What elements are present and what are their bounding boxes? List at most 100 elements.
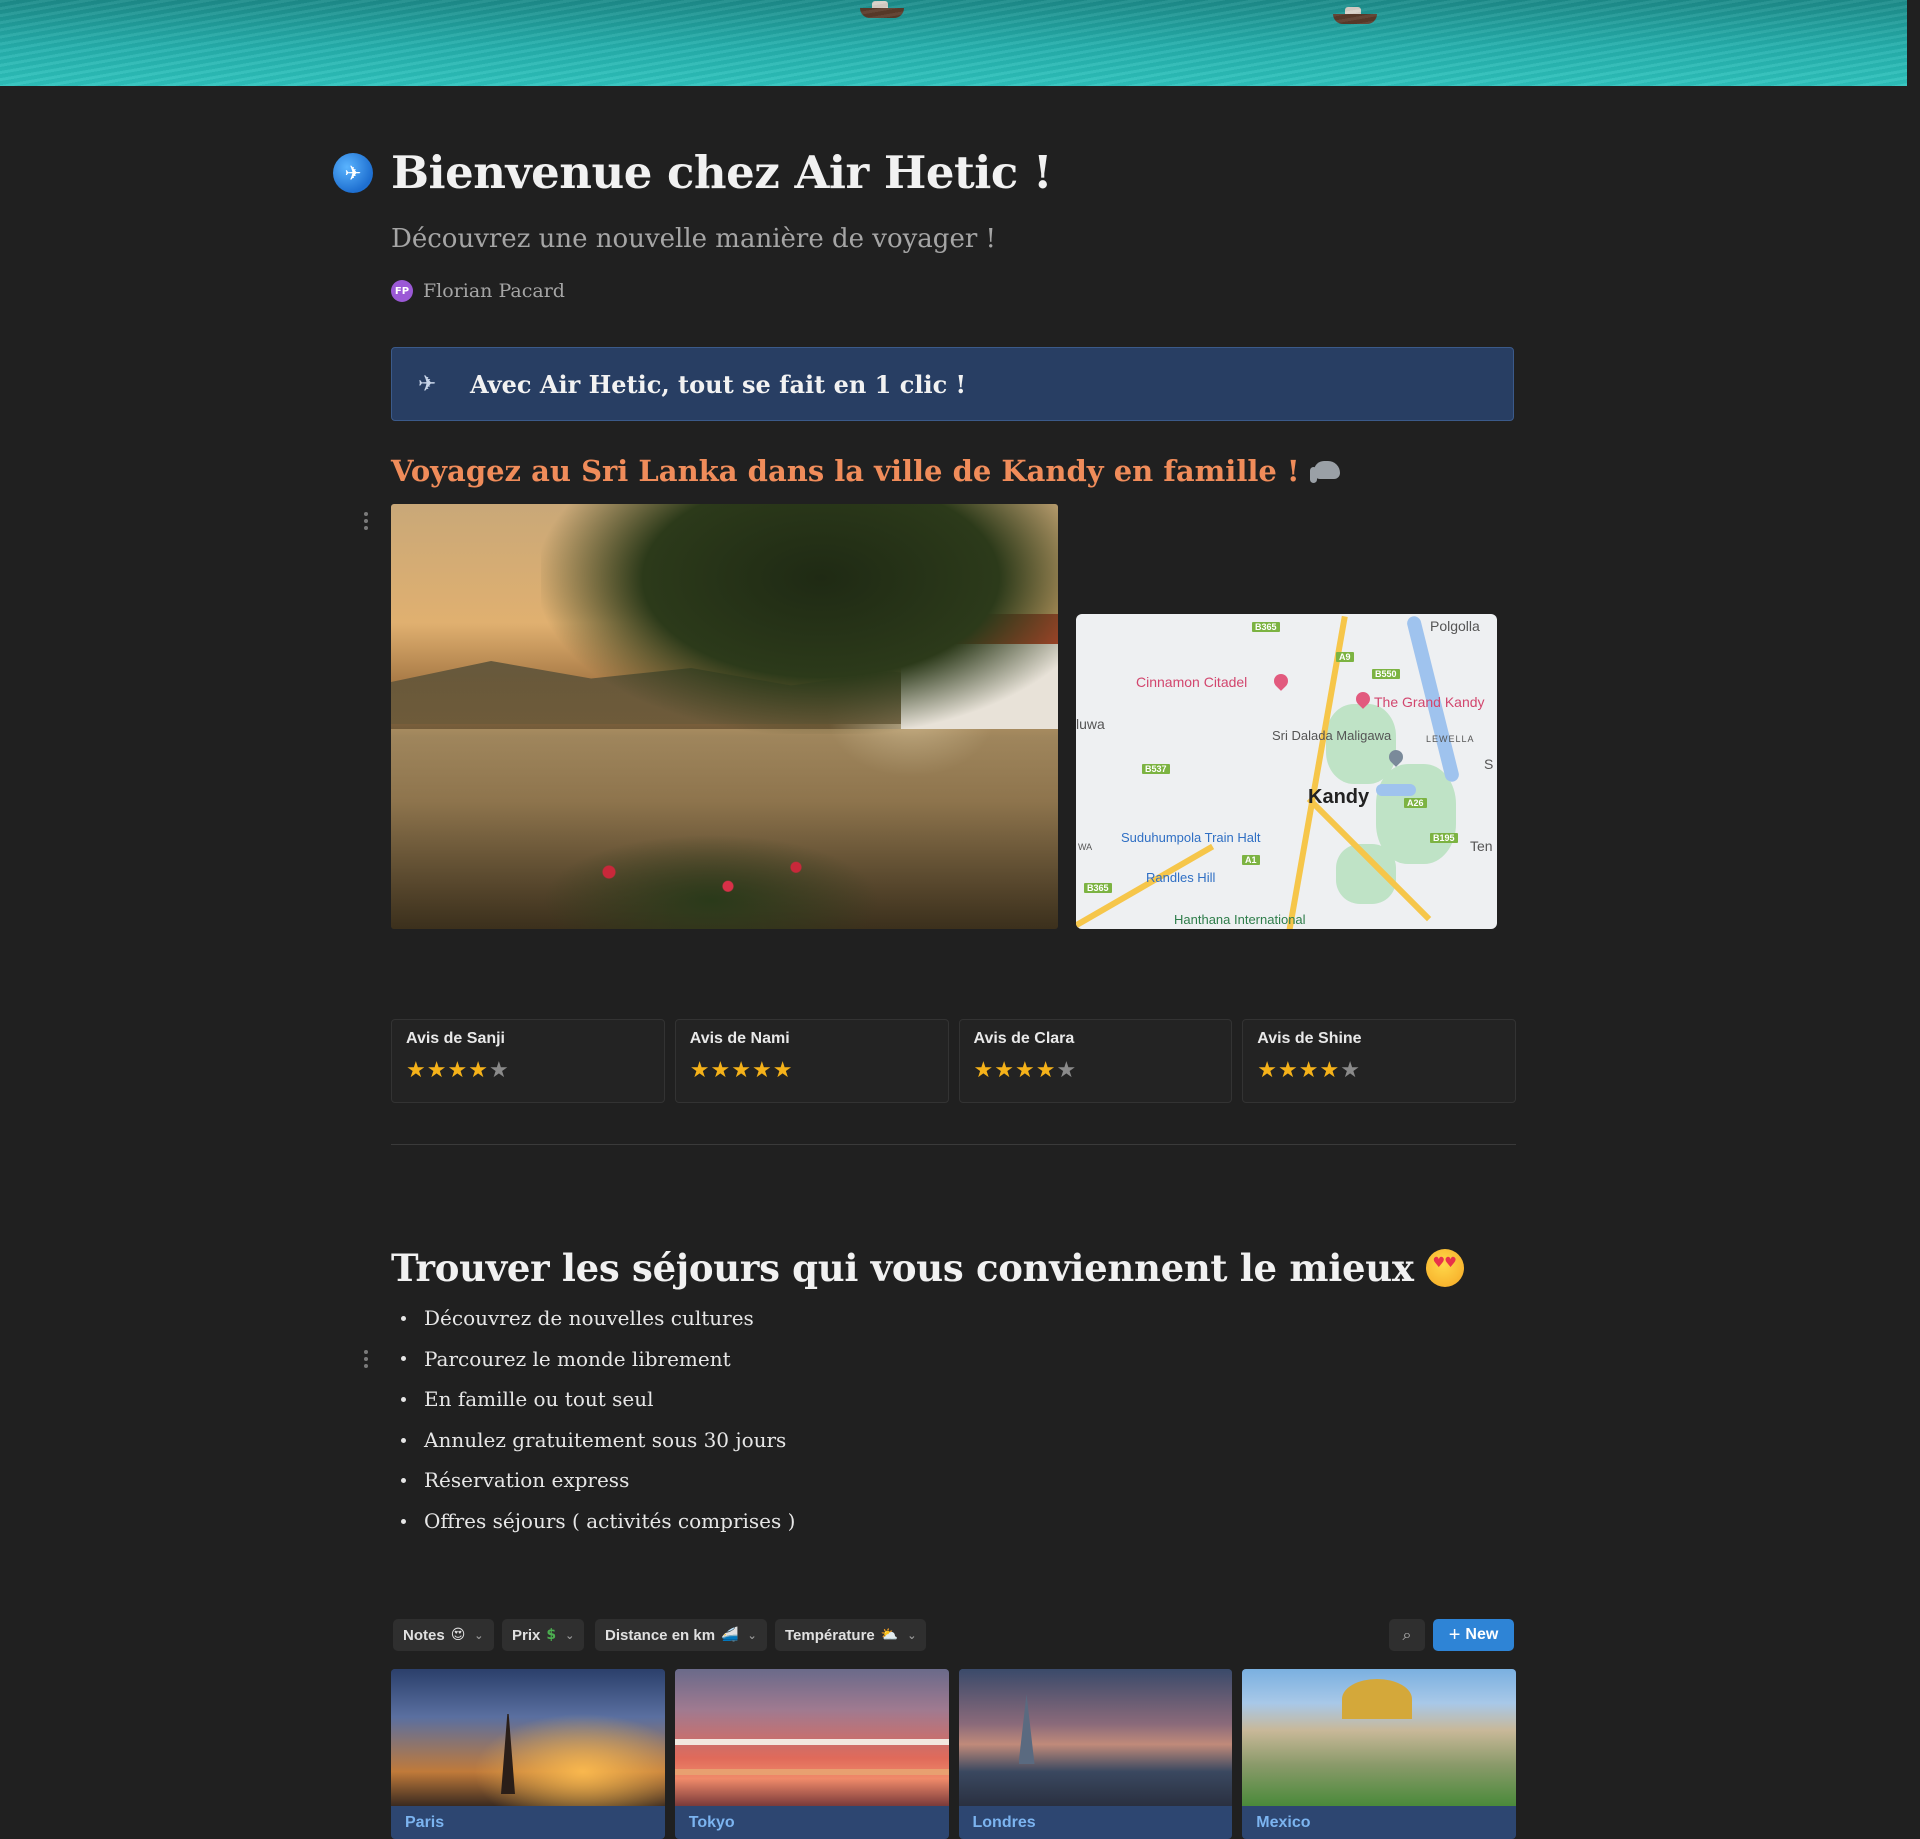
destination-card-tokyo[interactable]: Tokyo: [674, 1669, 949, 1839]
list-item: En famille ou tout seul: [401, 1379, 795, 1420]
map-label: Hanthana International: [1174, 912, 1306, 927]
review-card[interactable]: Avis de Shine ★★★★★: [1242, 1019, 1516, 1103]
filter-label: Température: [785, 1626, 875, 1644]
divider: [391, 1144, 1516, 1145]
star-filled-icon: ★: [447, 1058, 469, 1083]
plus-icon: +: [1448, 1623, 1461, 1646]
filter-label: Notes: [403, 1626, 445, 1644]
page-title[interactable]: Bienvenue chez Air Hetic !: [391, 146, 1053, 199]
block-drag-handle-icon[interactable]: [364, 1350, 370, 1371]
filter-emoji-icon: 🚄: [721, 1627, 739, 1643]
stays-bullet-list: Découvrez de nouvelles cultures Parcoure…: [401, 1298, 795, 1542]
map-label: Cinnamon Citadel: [1136, 674, 1248, 690]
kandy-map[interactable]: Polgolla B365 A9 B550 Cinnamon Citadel T…: [1076, 614, 1497, 929]
card-title: Tokyo: [688, 1814, 735, 1831]
star-filled-icon: ★: [731, 1058, 752, 1083]
list-item: Offres séjours ( activités comprises ): [401, 1501, 795, 1542]
star-rating: ★★★★★: [406, 1058, 650, 1083]
list-item: Annulez gratuitement sous 30 jours: [401, 1420, 795, 1461]
filter-distance[interactable]: Distance en km 🚄 ⌄: [595, 1619, 767, 1651]
destination-card-paris[interactable]: Paris: [391, 1669, 665, 1839]
review-card[interactable]: Avis de Sanji ★★★★★: [391, 1019, 665, 1103]
paris-photo: [391, 1669, 665, 1806]
airplane-departure-icon: ✈: [418, 371, 437, 397]
star-empty-icon: ★: [488, 1058, 510, 1083]
list-item-text: Réservation express: [424, 1468, 630, 1493]
bullet-icon: [401, 1437, 406, 1443]
star-filled-icon: ★: [1014, 1058, 1036, 1083]
kandy-heading: Voyagez au Sri Lanka dans la ville de Ka…: [391, 454, 1344, 488]
chevron-down-icon: ⌄: [474, 1628, 484, 1642]
map-city-label: Kandy: [1308, 786, 1370, 808]
map-label: Polgolla: [1430, 618, 1480, 634]
list-item-text: Offres séjours ( activités comprises ): [424, 1508, 796, 1533]
review-card[interactable]: Avis de Nami ★★★★★: [674, 1019, 949, 1103]
filter-emoji-icon: $: [546, 1627, 557, 1643]
map-label: Randles Hill: [1146, 870, 1216, 885]
star-rating: ★★★★★: [690, 1058, 934, 1083]
review-card[interactable]: Avis de Clara ★★★★★: [958, 1019, 1233, 1103]
bullet-icon: [401, 1356, 406, 1362]
map-label: The Grand Kandy: [1374, 694, 1485, 710]
star-filled-icon: ★: [1035, 1058, 1057, 1083]
bullet-icon: [401, 1315, 406, 1321]
callout-block: ✈ Avec Air Hetic, tout se fait en 1 clic…: [391, 347, 1514, 421]
filter-label: Distance en km: [605, 1626, 716, 1644]
block-drag-handle-icon[interactable]: [364, 512, 370, 533]
review-name: Avis de Sanji: [406, 1030, 505, 1047]
map-road-shield: B365: [1252, 622, 1280, 632]
card-title: Paris: [405, 1814, 445, 1831]
destination-card-mexico[interactable]: Mexico: [1242, 1669, 1516, 1839]
search-icon[interactable]: ⌕: [1389, 1619, 1425, 1651]
chevron-down-icon: ⌄: [747, 1628, 757, 1642]
map-label: Suduhumpola Train Halt: [1121, 830, 1261, 845]
hotel-pin-icon: [1271, 671, 1291, 691]
map-road-shield: A9: [1336, 652, 1354, 662]
star-filled-icon: ★: [751, 1058, 773, 1083]
star-filled-icon: ★: [1277, 1058, 1299, 1083]
database-toolbar: Notes 😍 ⌄ Prix $ ⌄ Distance en km 🚄 ⌄ Te…: [391, 1619, 1516, 1651]
list-item: Découvrez de nouvelles cultures: [401, 1298, 795, 1339]
new-button-label: New: [1465, 1626, 1499, 1643]
author-mention[interactable]: FP Florian Pacard: [391, 280, 565, 302]
filter-temperature[interactable]: Température ⛅ ⌄: [775, 1619, 927, 1651]
star-filled-icon: ★: [1319, 1058, 1341, 1083]
author-name: Florian Pacard: [423, 280, 565, 302]
page-header: ✈ Bienvenue chez Air Hetic !: [333, 146, 1053, 199]
map-label: Ten: [1470, 838, 1493, 854]
map-road-shield: B195: [1430, 833, 1458, 843]
new-button[interactable]: + New: [1433, 1619, 1514, 1651]
star-filled-icon: ★: [710, 1058, 732, 1083]
boat-shape: [1333, 7, 1377, 24]
star-filled-icon: ★: [689, 1058, 711, 1083]
list-item: Réservation express: [401, 1460, 795, 1501]
list-item-text: Découvrez de nouvelles cultures: [424, 1306, 754, 1330]
map-label: S: [1484, 756, 1494, 772]
callout-text: Avec Air Hetic, tout se fait en 1 clic !: [470, 369, 967, 399]
destination-card-londres[interactable]: Londres: [958, 1669, 1233, 1839]
bullet-icon: [401, 1518, 406, 1524]
star-filled-icon: ★: [994, 1058, 1015, 1083]
review-name: Avis de Shine: [1257, 1030, 1362, 1047]
star-empty-icon: ★: [1056, 1058, 1078, 1083]
star-filled-icon: ★: [1298, 1058, 1320, 1083]
map-label: LEWELLA: [1426, 734, 1475, 744]
list-item-text: Parcourez le monde librement: [424, 1346, 731, 1371]
filter-prix[interactable]: Prix $ ⌄: [502, 1619, 585, 1651]
star-filled-icon: ★: [426, 1058, 448, 1083]
page-cover-image: [0, 0, 1907, 86]
avatar: FP: [391, 280, 413, 302]
card-title: Mexico: [1256, 1814, 1311, 1831]
star-empty-icon: ★: [1340, 1058, 1361, 1083]
bullet-icon: [401, 1478, 406, 1484]
elephant-icon: [1309, 459, 1344, 483]
chevron-down-icon: ⌄: [565, 1628, 575, 1642]
review-name: Avis de Nami: [689, 1030, 790, 1047]
star-filled-icon: ★: [406, 1058, 427, 1083]
star-filled-icon: ★: [468, 1058, 489, 1083]
page-subtitle: Découvrez une nouvelle manière de voyage…: [391, 224, 996, 254]
stays-heading-text: Trouver les séjours qui vous conviennent…: [391, 1246, 1414, 1290]
globe-airplane-icon[interactable]: ✈: [333, 152, 373, 193]
filter-notes[interactable]: Notes 😍 ⌄: [393, 1619, 494, 1651]
mexico-photo: [1242, 1669, 1516, 1806]
